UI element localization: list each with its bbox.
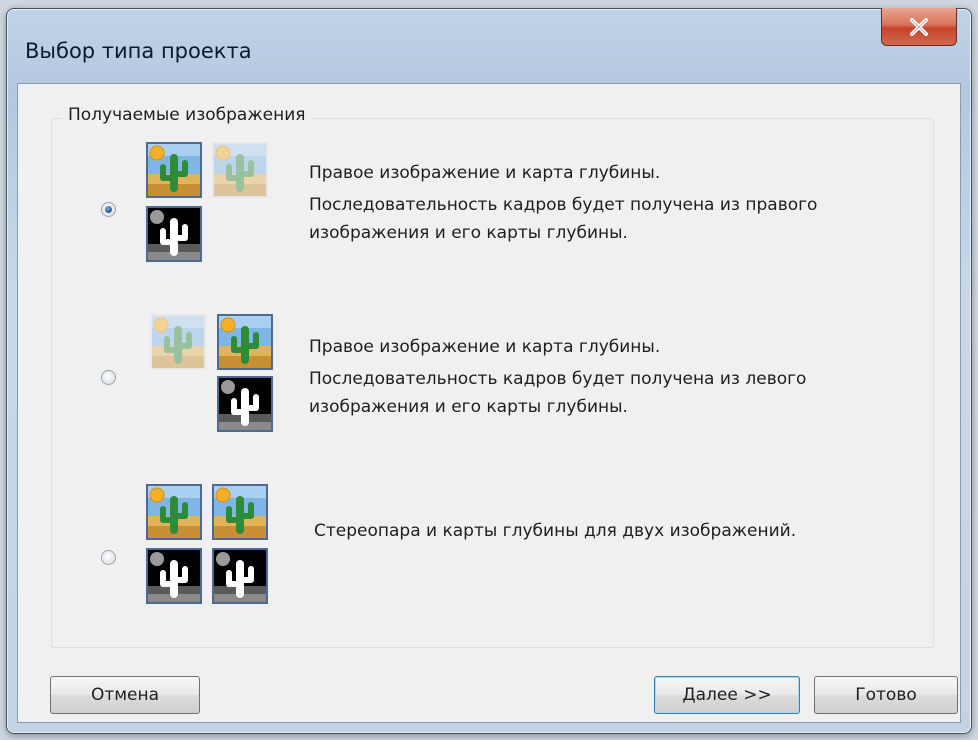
cactus-photo-icon (148, 486, 200, 538)
right-photo-tile-faded (150, 314, 206, 370)
option-stereo-radio[interactable] (101, 550, 116, 565)
option-right-desc-1: Последовательность кадров будет получена… (309, 195, 818, 215)
cancel-button[interactable]: Отмена (50, 676, 200, 714)
option-left-desc-2: изображения и его карты глубины. (309, 397, 628, 417)
cactus-photo-icon (214, 144, 266, 196)
cactus-depth-map-icon (214, 550, 266, 602)
cactus-photo-icon (148, 144, 200, 196)
stereo-right-depth-tile (146, 548, 202, 604)
stereo-left-depth-tile (212, 548, 268, 604)
dialog-client-area: Получаемые изображения Правое изображени… (17, 83, 961, 723)
cactus-depth-map-icon (148, 550, 200, 602)
option-stereo-title: Стереопара и карты глубины для двух изоб… (314, 521, 797, 541)
right-depth-tile (146, 206, 202, 262)
group-label: Получаемые изображения (62, 105, 312, 125)
finish-button[interactable]: Готово (814, 676, 958, 714)
cactus-depth-map-icon (219, 378, 271, 430)
right-photo-tile (146, 142, 202, 198)
cactus-photo-icon (214, 486, 266, 538)
cactus-depth-map-icon (148, 208, 200, 260)
option-left-radio[interactable] (101, 370, 116, 385)
option-right-radio[interactable] (101, 202, 116, 217)
stereo-left-photo-tile (212, 484, 268, 540)
left-photo-tile-faded (212, 142, 268, 198)
option-right-desc-2: изображения и его карты глубины. (309, 223, 628, 243)
left-photo-tile (217, 314, 273, 370)
close-icon (910, 17, 928, 36)
left-depth-tile (217, 376, 273, 432)
cactus-photo-icon (219, 316, 271, 368)
dialog-window: Выбор типа проекта Получаемые изображени… (6, 8, 972, 734)
next-button[interactable]: Далее >> (654, 676, 800, 714)
close-button[interactable] (881, 8, 957, 46)
option-right-title: Правое изображение и карта глубины. (309, 163, 661, 183)
option-left-desc-1: Последовательность кадров будет получена… (309, 369, 807, 389)
window-title: Выбор типа проекта (25, 39, 252, 63)
stereo-right-photo-tile (146, 484, 202, 540)
option-left-title: Правое изображение и карта глубины. (309, 337, 661, 357)
cactus-photo-icon (152, 316, 204, 368)
